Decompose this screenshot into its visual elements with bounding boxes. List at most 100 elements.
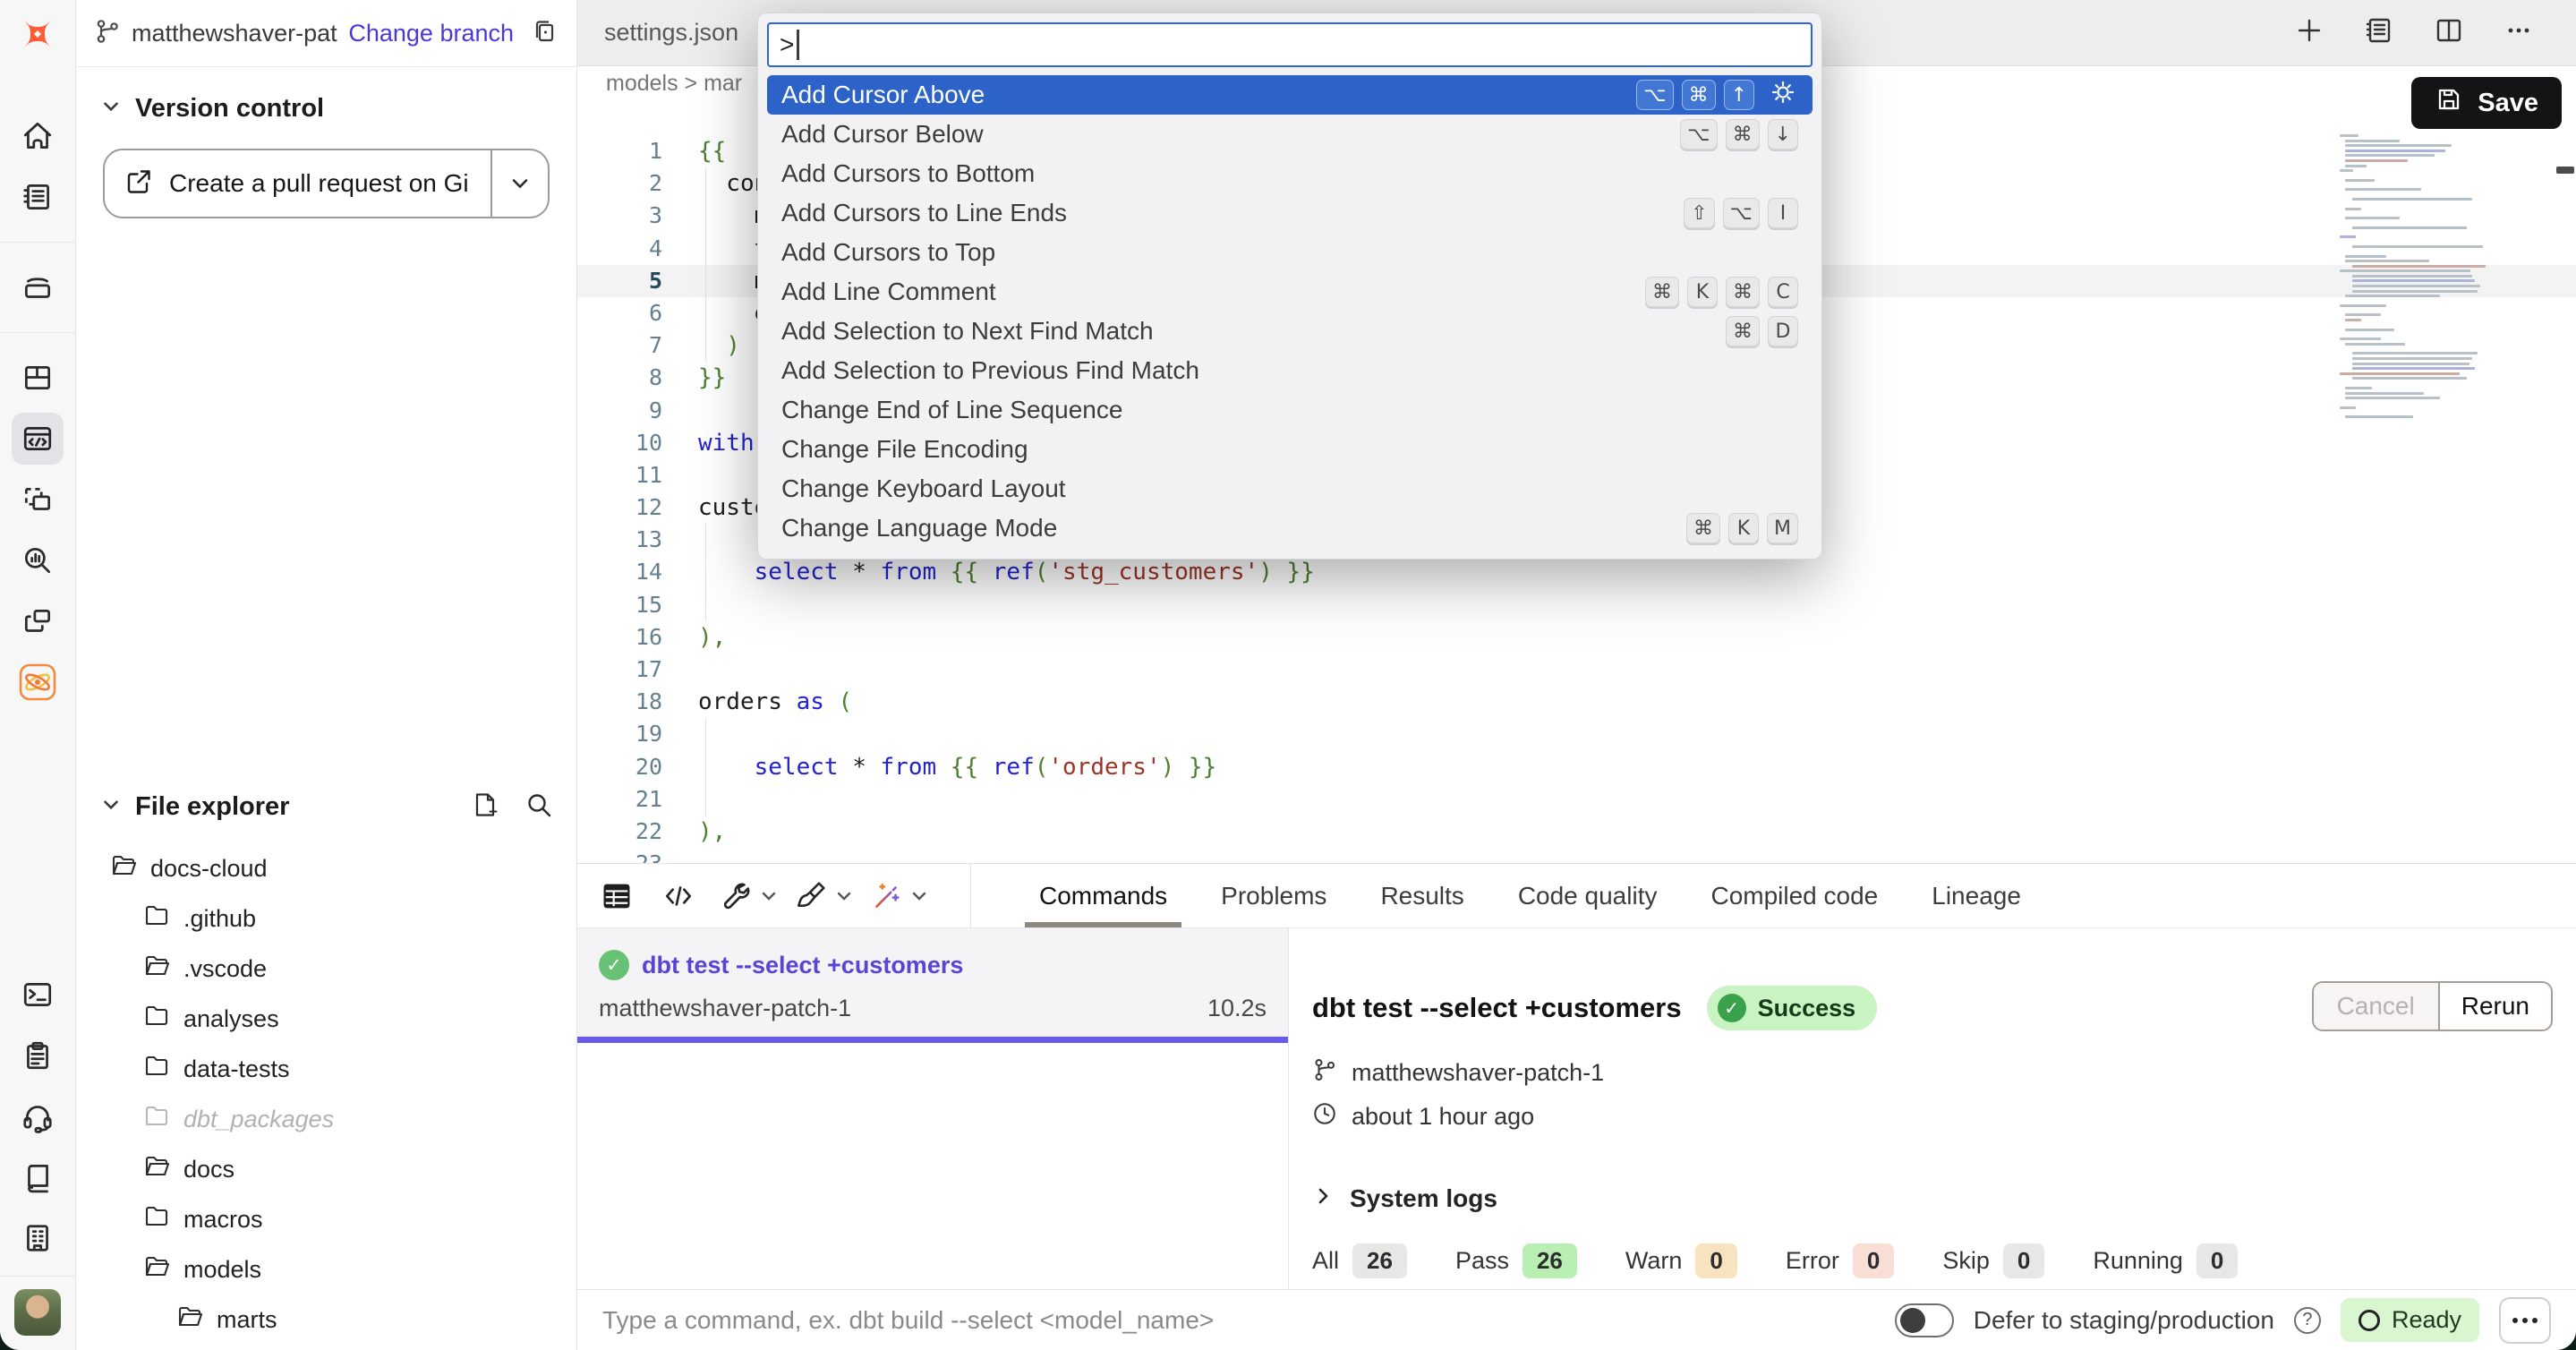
results-table-icon[interactable]	[599, 878, 635, 914]
palette-item-add-cursors-to-bottom[interactable]: Add Cursors to Bottom	[767, 154, 1813, 193]
organization-building-icon[interactable]	[12, 1212, 64, 1264]
file-tree-item-data-tests[interactable]: data-tests	[76, 1044, 576, 1094]
file-list-icon[interactable]	[2363, 14, 2395, 51]
home-icon[interactable]	[12, 110, 64, 162]
split-editor-icon[interactable]	[2433, 14, 2465, 51]
palette-item-change-file-encoding[interactable]: Change File Encoding	[767, 430, 1813, 469]
keyboard-key: ⌘	[1645, 277, 1679, 307]
cancel-button[interactable]: Cancel	[2314, 983, 2438, 1030]
line-number: 15	[577, 589, 662, 621]
count-all[interactable]: All26	[1312, 1243, 1407, 1278]
palette-item-change-keyboard-layout[interactable]: Change Keyboard Layout	[767, 469, 1813, 508]
file-tree: docs-cloud .github .vscodeanalysesdata-tes…	[76, 824, 576, 1350]
code-line: 16),	[577, 621, 2576, 654]
format-dropdown[interactable]	[794, 879, 855, 913]
more-options-button[interactable]	[2499, 1297, 2551, 1344]
create-pr-dropdown[interactable]	[490, 150, 548, 217]
frame-select-icon[interactable]	[12, 474, 64, 525]
new-file-icon[interactable]	[471, 790, 499, 824]
file-tree-item-label: .github	[183, 905, 256, 933]
ai-magic-dropdown[interactable]	[869, 879, 930, 913]
new-tab-icon[interactable]	[2293, 14, 2325, 51]
compile-code-icon[interactable]	[661, 879, 695, 913]
tab-compiled-code[interactable]: Compiled code	[1684, 864, 1905, 927]
docs-book-icon[interactable]	[12, 1151, 64, 1203]
defer-toggle[interactable]	[1895, 1303, 1954, 1337]
file-tree-item-dbtpackages[interactable]: dbt_packages	[76, 1094, 576, 1144]
copy-branch-icon[interactable]	[530, 17, 559, 50]
clock-icon	[1312, 1101, 1337, 1132]
file-tree-item-analyses[interactable]: analyses	[76, 994, 576, 1044]
file-tree-item-label: docs	[183, 1156, 235, 1183]
build-tools-dropdown[interactable]	[719, 879, 780, 913]
terminal-icon[interactable]	[12, 969, 64, 1021]
file-tree-item-docs-cloud[interactable]: docs-cloud	[76, 843, 576, 893]
gear-icon[interactable]	[1768, 77, 1798, 114]
query-search-icon[interactable]	[12, 534, 64, 586]
tab-lineage[interactable]: Lineage	[1905, 864, 2048, 927]
headset-support-icon[interactable]	[12, 1090, 64, 1142]
run-history-item[interactable]: ✓ dbt test --select +customers matthewsh…	[577, 928, 1288, 1043]
palette-item-change-end-of-line-sequence[interactable]: Change End of Line Sequence	[767, 390, 1813, 430]
line-number: 2	[577, 167, 662, 200]
dbt-atom-icon[interactable]	[12, 656, 64, 708]
file-tree-item-label: models	[183, 1256, 261, 1284]
palette-item-add-cursors-to-top[interactable]: Add Cursors to Top	[767, 233, 1813, 272]
file-tree-item-docs[interactable]: docs	[76, 1144, 576, 1194]
change-branch-link[interactable]: Change branch	[348, 20, 514, 47]
tab-results[interactable]: Results	[1353, 864, 1490, 927]
create-pr-button[interactable]: Create a pull request on Gi...	[105, 150, 490, 217]
palette-item-add-cursor-below[interactable]: Add Cursor Below⌥⌘↓	[767, 115, 1813, 154]
version-control-header[interactable]: Version control	[76, 67, 576, 124]
broom-icon	[794, 879, 828, 913]
keyboard-key: ⌘	[1726, 277, 1760, 307]
multi-window-icon[interactable]	[12, 595, 64, 647]
command-input[interactable]: Type a command, ex. dbt build --select <…	[602, 1306, 1875, 1335]
palette-item-add-line-comment[interactable]: Add Line Comment⌘K⌘C	[767, 272, 1813, 312]
code-editor-icon[interactable]	[12, 413, 64, 465]
minimap[interactable]	[2340, 134, 2476, 421]
palette-item-change-language-mode[interactable]: Change Language Mode⌘KM	[767, 508, 1813, 548]
inbox-tray-icon[interactable]	[12, 261, 64, 313]
count-pass[interactable]: Pass26	[1455, 1243, 1577, 1278]
tab-settings-json[interactable]: settings.json	[604, 19, 738, 47]
file-explorer-header[interactable]: File explorer	[76, 790, 576, 824]
count-error[interactable]: Error0	[1786, 1243, 1894, 1278]
palette-item-label: Add Line Comment	[781, 278, 996, 306]
help-icon[interactable]: ?	[2294, 1307, 2321, 1334]
system-logs-toggle[interactable]: System logs	[1312, 1184, 2540, 1213]
user-avatar[interactable]	[14, 1289, 61, 1336]
file-tree-item-marts[interactable]: marts	[76, 1294, 576, 1345]
palette-item-add-selection-to-next-find-match[interactable]: Add Selection to Next Find Match⌘D	[767, 312, 1813, 351]
palette-item-add-cursor-above[interactable]: Add Cursor Above⌥⌘↑	[767, 75, 1813, 115]
keyboard-key: D	[1768, 316, 1798, 346]
tab-code-quality[interactable]: Code quality	[1491, 864, 1685, 927]
chevron-down-icon	[99, 793, 123, 821]
scrollbar-thumb[interactable]	[2556, 167, 2574, 174]
more-options-icon[interactable]	[2503, 14, 2535, 51]
line-number: 17	[577, 654, 662, 686]
file-tree-item-macros[interactable]: macros	[76, 1194, 576, 1244]
count-running[interactable]: Running0	[2093, 1243, 2238, 1278]
notebook-icon[interactable]	[12, 171, 64, 223]
code-line: 14 select * from {{ ref('stg_customers')…	[577, 556, 2576, 588]
rerun-button[interactable]: Rerun	[2438, 983, 2551, 1030]
file-tree-item-vscode[interactable]: .vscode	[76, 944, 576, 994]
file-tree-item-github[interactable]: .github	[76, 893, 576, 944]
tab-problems[interactable]: Problems	[1194, 864, 1353, 927]
ready-status[interactable]: Ready	[2341, 1298, 2479, 1342]
palette-input[interactable]: >	[767, 22, 1813, 67]
count-warn[interactable]: Warn0	[1625, 1243, 1737, 1278]
count-skip[interactable]: Skip0	[1942, 1243, 2044, 1278]
clipboard-icon[interactable]	[12, 1030, 64, 1081]
tab-commands[interactable]: Commands	[1012, 864, 1194, 927]
search-icon[interactable]	[525, 790, 553, 824]
dashboard-tiles-icon[interactable]	[12, 352, 64, 404]
run-command: dbt test --select +customers	[642, 952, 963, 979]
palette-item-add-cursors-to-line-ends[interactable]: Add Cursors to Line Ends⇧⌥I	[767, 193, 1813, 233]
palette-item-add-selection-to-previous-find-match[interactable]: Add Selection to Previous Find Match	[767, 351, 1813, 390]
git-branch-icon	[1312, 1057, 1337, 1089]
file-tree-item-models[interactable]: models	[76, 1244, 576, 1294]
bottom-panel-toolbar: CommandsProblemsResultsCode qualityCompi…	[577, 863, 2576, 928]
save-button[interactable]: Save	[2411, 77, 2562, 129]
